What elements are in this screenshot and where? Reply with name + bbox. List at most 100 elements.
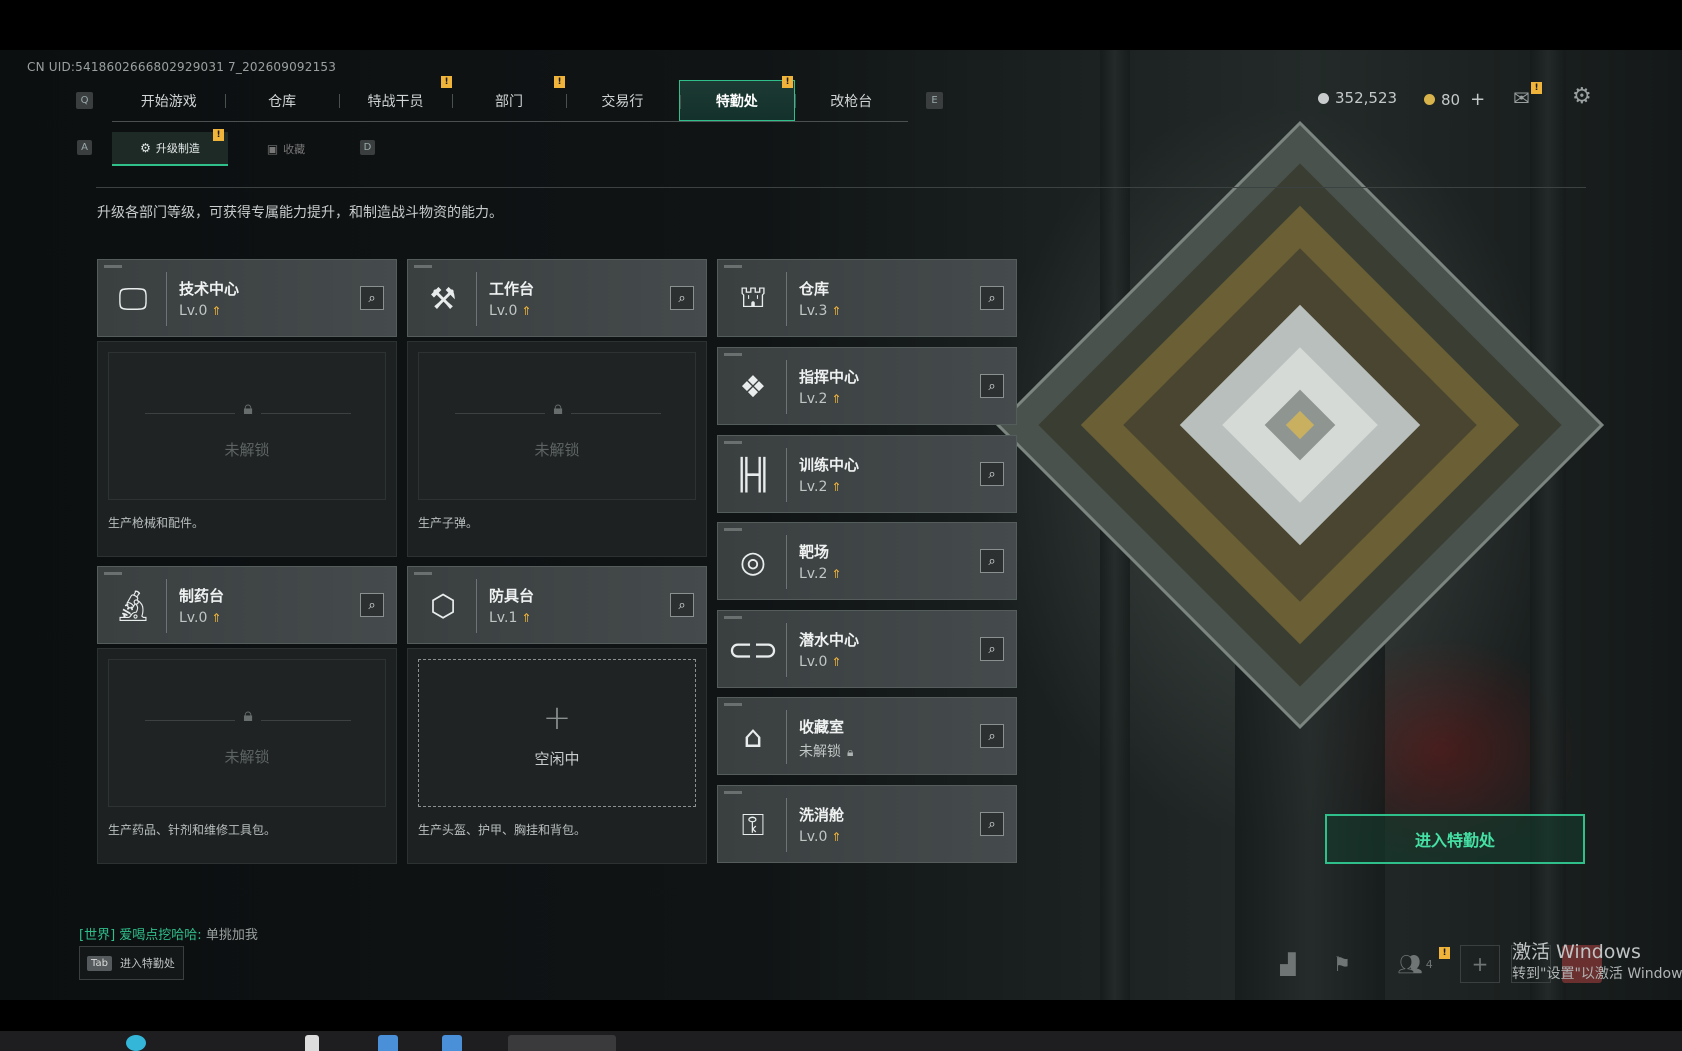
flag-icon[interactable]: ⚑ (1322, 945, 1362, 983)
dept-warehouse[interactable]: ⛫ 仓库 Lv.3 ⇑ ⌕ (717, 259, 1017, 337)
diving-mask-icon: ⊂⊃ (727, 632, 779, 668)
tab-collection[interactable]: ▣ 收藏 (228, 132, 344, 166)
search-button[interactable]: ⌕ (360, 593, 384, 617)
warning-badge: ! (782, 76, 793, 88)
friends-button[interactable]: 👥︎ 4 (1390, 945, 1440, 983)
tab-warehouse[interactable]: 仓库 (225, 80, 338, 121)
hexagon-armor-icon: ⬡ (429, 588, 457, 624)
craft-icon: ⚙ (140, 141, 151, 155)
silver-coin-icon (1318, 92, 1329, 104)
search-button[interactable]: ⌕ (980, 549, 1004, 573)
dept-shooting-range[interactable]: ◎ 靶场 Lv.2 ⇑ ⌕ (717, 522, 1017, 600)
stats-chart-icon[interactable]: ▟ (1268, 945, 1308, 983)
card-separator (166, 579, 167, 633)
card-tech-center[interactable]: 🖵 技术中心 Lv.0 ⇑ ⌕ (97, 259, 397, 337)
card-tag (724, 265, 742, 268)
add-friend-button[interactable]: + (1460, 945, 1500, 983)
department-cube-illustration (995, 120, 1605, 730)
tab-market[interactable]: 交易行 (565, 80, 679, 121)
game-viewport: CN UID:5418602666802929031 7_20260909215… (0, 50, 1682, 1000)
silver-amount: 352,523 (1335, 89, 1398, 107)
locked-text: 未解锁 (224, 441, 270, 459)
search-button[interactable]: ⌕ (980, 812, 1004, 836)
card-tag (724, 616, 742, 619)
card-name: 技术中心 (179, 280, 240, 298)
tab-departments[interactable]: 部门 (452, 80, 565, 121)
dept-name: 指挥中心 (799, 368, 860, 386)
search-button[interactable]: ⌕ (360, 286, 384, 310)
search-button[interactable]: ⌕ (670, 593, 694, 617)
magnifier-icon: ⌕ (988, 466, 996, 482)
card-tech-center-body: 🔒︎ 未解锁 生产枪械和配件。 (97, 341, 397, 557)
target-icon: ◎ (739, 544, 767, 580)
gold-amount: 80 (1441, 90, 1461, 109)
idle-production-slot[interactable]: + 空闲中 (418, 659, 696, 807)
card-level: Lv.1 ⇑ (489, 610, 531, 626)
tab-upgrade-craft-label: 升级制造 (155, 142, 200, 155)
microscope-icon: 🔬︎ (113, 588, 153, 624)
magnifier-icon: ⌕ (988, 378, 996, 394)
search-button[interactable]: ⌕ (980, 724, 1004, 748)
app-icon[interactable] (442, 1035, 462, 1051)
add-gold-button[interactable]: + (1470, 89, 1485, 110)
card-pharmacy[interactable]: 🔬︎ 制药台 Lv.0 ⇑ ⌕ (97, 566, 397, 644)
enter-special-ops-button[interactable]: 进入特勤处 (1325, 814, 1585, 864)
search-button[interactable]: ⌕ (670, 286, 694, 310)
upgrade-chevron-icon: ⇑ (831, 480, 842, 494)
app-icon[interactable] (305, 1035, 319, 1051)
friends-count: 4 (1425, 957, 1433, 971)
active-game-taskbar-item[interactable] (508, 1035, 616, 1051)
level-text: Lv.0 (489, 303, 518, 319)
settings-gear-icon[interactable]: ⚙ (1572, 84, 1592, 109)
card-tag (414, 265, 432, 268)
lock-icon: 🔒︎ (243, 398, 253, 419)
production-desc: 生产子弹。 (418, 516, 479, 530)
search-button[interactable]: ⌕ (980, 286, 1004, 310)
warning-badge: ! (1439, 947, 1450, 959)
level-text: Lv.3 (799, 303, 828, 319)
divider (261, 720, 351, 721)
dept-dive-center[interactable]: ⊂⊃ 潜水中心 Lv.0 ⇑ ⌕ (717, 610, 1017, 688)
dept-decon-chamber[interactable]: ⚿ 洗消舱 Lv.0 ⇑ ⌕ (717, 785, 1017, 863)
chat-line[interactable]: [世界] 爱喝点挖哈哈: 单挑加我 (79, 924, 258, 943)
dept-training-center[interactable]: ╟╢ 训练中心 Lv.2 ⇑ ⌕ (717, 435, 1017, 513)
dept-command-center[interactable]: ❖ 指挥中心 Lv.2 ⇑ ⌕ (717, 347, 1017, 425)
idle-text: 空闲中 (534, 750, 580, 768)
dept-collection-room[interactable]: ⌂ 收藏室 未解锁 🔒︎ ⌕ (717, 697, 1017, 775)
gold-currency: 80 + (1424, 89, 1485, 110)
tab-special-ops[interactable]: 特勤处 (679, 80, 795, 121)
card-tag (724, 528, 742, 531)
upgrade-chevron-icon: ⇑ (521, 611, 532, 625)
warning-badge: ! (1531, 82, 1542, 94)
production-slot: 🔒︎ 未解锁 (108, 659, 386, 807)
tab-shortcut-hint[interactable]: Tab 进入特勤处 (79, 946, 184, 980)
search-button[interactable]: ⌕ (980, 637, 1004, 661)
level-text: Lv.0 (799, 654, 828, 670)
tab-gunsmith[interactable]: 改枪台 (794, 80, 908, 121)
level-text: Lv.2 (799, 391, 828, 407)
card-separator (786, 448, 787, 502)
card-workbench[interactable]: ⚒ 工作台 Lv.0 ⇑ ⌕ (407, 259, 707, 337)
dept-level: Lv.3 ⇑ (799, 303, 841, 319)
display-case-icon: ⌂ (743, 719, 763, 755)
search-button[interactable]: ⌕ (980, 462, 1004, 486)
upgrade-chevron-icon: ⇑ (521, 304, 532, 318)
mail-icon[interactable]: ✉ (1513, 86, 1530, 110)
tab-operators[interactable]: 特战干员 (338, 80, 452, 121)
tab-start-game[interactable]: 开始游戏 (112, 80, 225, 121)
browser-icon[interactable] (126, 1035, 146, 1051)
friends-icon: 👥︎ (1397, 952, 1423, 976)
upgrade-chevron-icon: ⇑ (831, 830, 842, 844)
app-icon[interactable] (378, 1035, 398, 1051)
card-armor[interactable]: ⬡ 防具台 Lv.1 ⇑ ⌕ (407, 566, 707, 644)
magnifier-icon: ⌕ (368, 290, 376, 306)
silver-currency: 352,523 (1318, 89, 1397, 107)
search-button[interactable]: ⌕ (980, 374, 1004, 398)
card-tag (724, 791, 742, 794)
card-tag (414, 572, 432, 575)
dept-name: 仓库 (799, 280, 830, 298)
page-description: 升级各部门等级，可获得专属能力提升，和制造战斗物资的能力。 (97, 205, 503, 221)
tab-upgrade-craft[interactable]: ⚙ 升级制造 (112, 132, 228, 166)
warning-badge: ! (554, 76, 565, 88)
nav-left-key: Q (76, 92, 93, 109)
